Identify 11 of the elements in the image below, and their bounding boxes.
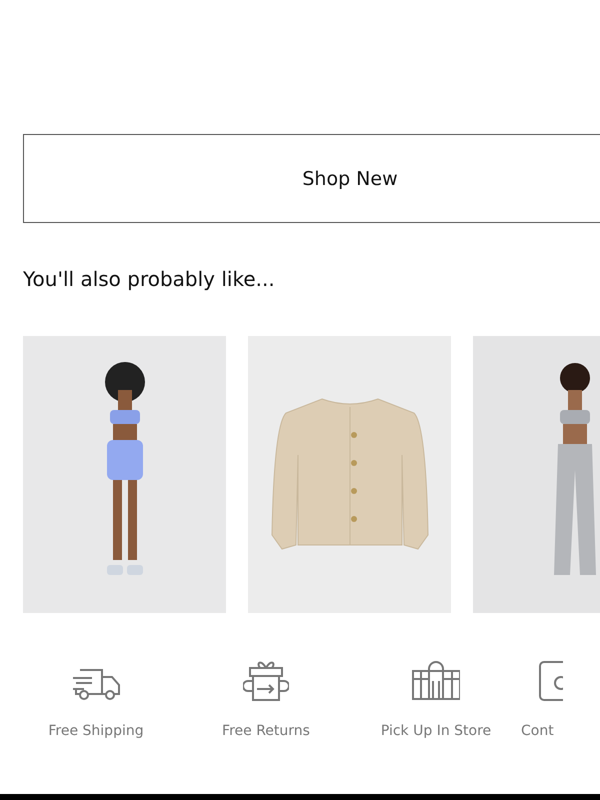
shop-new-button[interactable]: Shop New [23,134,600,223]
phone-icon [539,661,563,701]
delivery-truck-icon [72,669,120,701]
storefront-icon [412,661,460,701]
perk-label[interactable]: Cont [521,723,554,739]
perk-label[interactable]: Free Returns [222,723,310,739]
gift-box-icon [243,659,289,701]
perk-label[interactable]: Pick Up In Store [380,723,492,739]
product-photo[interactable] [23,336,226,613]
perk-label[interactable]: Free Shipping [48,723,144,739]
section-heading: You'll also probably like... [23,267,275,291]
